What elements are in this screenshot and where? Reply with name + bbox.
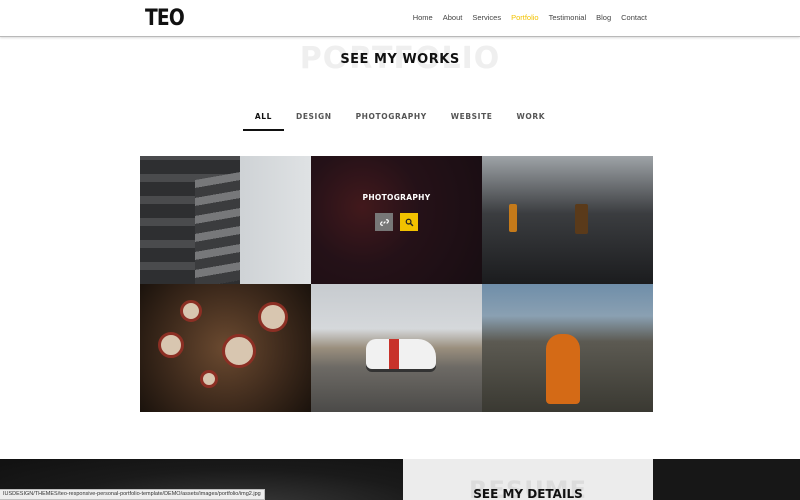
- link-icon[interactable]: [375, 213, 393, 231]
- filter-photography[interactable]: PHOTOGRAPHY: [344, 112, 439, 121]
- browser-status-url: IUSDESIGN/THEMES/teo-responsive-personal…: [0, 489, 265, 500]
- portfolio-item-neon[interactable]: PHOTOGRAPHY: [311, 156, 482, 284]
- hover-overlay: [311, 156, 482, 284]
- dial-image: [258, 302, 288, 332]
- building-facade-image: [195, 172, 240, 284]
- filter-design[interactable]: DESIGN: [284, 112, 344, 121]
- portfolio-title: SEE MY WORKS: [340, 52, 460, 67]
- portfolio-item-hiker[interactable]: [482, 284, 653, 412]
- dial-image: [180, 300, 202, 322]
- main-nav: Home About Services Portfolio Testimonia…: [403, 13, 647, 22]
- portfolio-item-car[interactable]: [311, 284, 482, 412]
- bottle-image: [509, 204, 517, 232]
- nav-home[interactable]: Home: [413, 13, 433, 22]
- nav-testimonial[interactable]: Testimonial: [549, 13, 587, 22]
- filter-all[interactable]: ALL: [242, 112, 285, 131]
- site-logo[interactable]: TEO: [145, 6, 185, 31]
- search-icon[interactable]: [400, 213, 418, 231]
- resume-panel: RESUME SEE MY DETAILS: [403, 459, 653, 500]
- filter-website[interactable]: WEBSITE: [439, 112, 505, 121]
- nav-about[interactable]: About: [443, 13, 463, 22]
- car-stripe: [389, 339, 399, 369]
- nav-blog[interactable]: Blog: [596, 13, 611, 22]
- site-header: TEO Home About Services Portfolio Testim…: [0, 0, 800, 37]
- dial-image: [158, 332, 184, 358]
- car-image: [366, 339, 436, 369]
- portfolio-item-building[interactable]: [140, 156, 311, 284]
- nav-contact[interactable]: Contact: [621, 13, 647, 22]
- filter-work[interactable]: WORK: [505, 112, 558, 121]
- portfolio-item-dials[interactable]: [140, 284, 311, 412]
- dial-image: [222, 334, 256, 368]
- nav-portfolio[interactable]: Portfolio: [511, 13, 539, 22]
- portfolio-item-category: PHOTOGRAPHY: [362, 193, 431, 202]
- portfolio-item-bottles[interactable]: [482, 156, 653, 284]
- portfolio-grid: PHOTOGRAPHY: [140, 156, 653, 412]
- portfolio-filters: ALL DESIGN PHOTOGRAPHY WEBSITE WORK: [0, 112, 800, 131]
- bottle-image: [575, 204, 588, 234]
- dial-image: [200, 370, 218, 388]
- hiker-image: [546, 334, 580, 404]
- resume-title: SEE MY DETAILS: [473, 487, 583, 500]
- nav-services[interactable]: Services: [472, 13, 501, 22]
